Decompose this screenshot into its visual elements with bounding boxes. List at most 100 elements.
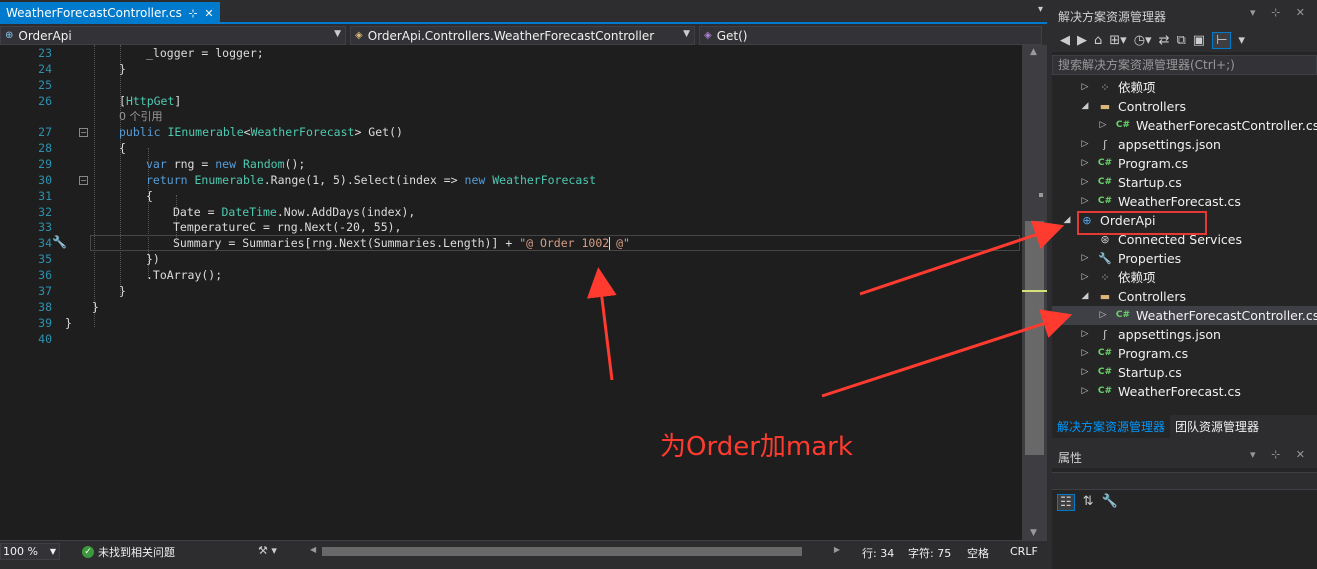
properties-toggle-icon[interactable]: ⊢	[1212, 31, 1232, 49]
tree-item[interactable]: ▷ ⁘ 依赖项	[1052, 268, 1317, 287]
tree-item[interactable]: ▷ C# Program.cs	[1052, 344, 1317, 363]
switch-views-icon[interactable]: ⊞▾	[1109, 33, 1126, 48]
code-line[interactable]: 34 Summary = Summaries[rng.Next(Summaries…	[0, 235, 1022, 251]
expand-arrow-icon[interactable]: ▷	[1080, 154, 1090, 173]
code-text: return Enumerable.Range(1, 5).Select(ind…	[146, 173, 597, 187]
tree-item[interactable]: ▷ C# WeatherForecast.cs	[1052, 382, 1317, 401]
tree-item[interactable]: ▷ C# WeatherForecast.cs	[1052, 192, 1317, 211]
code-line[interactable]: 33 TemperatureC = rng.Next(-20, 55),	[0, 219, 1022, 235]
panel-window-controls[interactable]: ▾ ⊹ ✕	[1250, 6, 1311, 19]
tree-item[interactable]: ▷ ʃ appsettings.json	[1052, 135, 1317, 154]
categorized-icon[interactable]: ☷	[1057, 494, 1075, 511]
expand-arrow-icon[interactable]: ▷	[1080, 173, 1090, 192]
code-cleanup-icon[interactable]: ⚒ ▾	[258, 544, 277, 557]
scroll-up-icon[interactable]: ▲	[1030, 47, 1037, 57]
member-dropdown[interactable]: ◈ Get()	[699, 26, 1042, 45]
collapse-arrow-icon[interactable]: ◢	[1080, 97, 1090, 116]
expand-arrow-icon[interactable]: ▷	[1080, 382, 1090, 401]
expand-arrow-icon[interactable]: ▷	[1080, 268, 1090, 287]
class-dropdown[interactable]: ◈ OrderApi.Controllers.WeatherForecastCo…	[350, 26, 695, 45]
tree-item[interactable]: ▷ 🔧 Properties	[1052, 249, 1317, 268]
code-line[interactable]: 38}	[0, 299, 1022, 315]
solution-explorer-search-input[interactable]: 搜索解决方案资源管理器(Ctrl+;)	[1052, 55, 1317, 75]
pin-icon[interactable]: ⊹	[188, 7, 198, 20]
code-line[interactable]: 39}	[0, 315, 1022, 331]
collapse-icon[interactable]: −	[79, 128, 88, 137]
property-pages-icon[interactable]: 🔧	[1102, 494, 1118, 511]
code-text: [HttpGet]	[119, 94, 182, 108]
code-line[interactable]: 40	[0, 331, 1022, 347]
code-line[interactable]: 27 public IEnumerable<WeatherForecast> Ge…	[0, 124, 1022, 140]
expand-arrow-icon[interactable]: ▷	[1080, 344, 1090, 363]
code-line[interactable]: 31 {	[0, 188, 1022, 204]
tree-item[interactable]: ▷ C# Startup.cs	[1052, 363, 1317, 382]
panel-window-controls[interactable]: ▾ ⊹ ✕	[1250, 448, 1311, 461]
show-all-files-icon[interactable]: ▣	[1193, 33, 1205, 48]
line-number: 34	[38, 236, 52, 250]
code-line[interactable]: 35})	[0, 251, 1022, 267]
tab-solution-explorer[interactable]: 解决方案资源管理器	[1052, 415, 1171, 438]
expand-arrow-icon[interactable]: ▷	[1098, 116, 1108, 135]
code-line[interactable]: 25	[0, 77, 1022, 93]
expand-arrow-icon[interactable]: ▷	[1080, 325, 1090, 344]
tab-team-explorer[interactable]: 团队资源管理器	[1170, 415, 1264, 438]
code-line[interactable]: 24}	[0, 61, 1022, 77]
close-icon[interactable]: ✕	[204, 7, 214, 20]
properties-object-selector[interactable]	[1052, 472, 1317, 490]
scrollbar-thumb[interactable]	[322, 547, 802, 556]
tab-label: WeatherForecastController.cs	[6, 6, 182, 20]
zoom-dropdown[interactable]: 100 % ▼	[0, 543, 60, 560]
expand-arrow-icon[interactable]: ▷	[1098, 306, 1108, 325]
code-line[interactable]: 28 {	[0, 140, 1022, 156]
code-text: })	[146, 252, 160, 266]
expand-arrow-icon[interactable]: ▷	[1080, 135, 1090, 154]
tree-item[interactable]: ▷ C# Program.cs	[1052, 154, 1317, 173]
forward-icon[interactable]: ▶	[1077, 33, 1087, 48]
editor-horizontal-scrollbar[interactable]: ◀ ▶	[310, 545, 840, 558]
code-text: }	[65, 316, 72, 330]
back-icon[interactable]: ◀	[1060, 33, 1070, 48]
scroll-right-icon[interactable]: ▶	[834, 545, 840, 554]
code-line[interactable]: 23 _logger = logger;	[0, 45, 1022, 61]
project-dropdown[interactable]: ⊕ OrderApi ▼	[0, 26, 346, 45]
scroll-left-icon[interactable]: ◀	[310, 545, 316, 554]
collapse-arrow-icon[interactable]: ◢	[1062, 211, 1072, 230]
editor-vertical-scrollbar[interactable]: ▲ ▼	[1022, 45, 1047, 540]
editor-status-bar: 100 % ▼ ✓ 未找到相关问题 ⚒ ▾ ◀ ▶ 行: 34 字符: 75 空…	[0, 540, 1047, 562]
code-line[interactable]: 36 .ToArray();	[0, 267, 1022, 283]
collapse-arrow-icon[interactable]: ◢	[1080, 287, 1090, 306]
tree-item[interactable]: ▷ C# Startup.cs	[1052, 173, 1317, 192]
tab-overflow-icon[interactable]: ▾	[1038, 4, 1043, 15]
alphabetical-icon[interactable]: ⇅	[1083, 494, 1094, 511]
scroll-down-icon[interactable]: ▼	[1030, 528, 1037, 538]
home-icon[interactable]: ⌂	[1094, 33, 1102, 48]
tree-item[interactable]: ▷ ʃ appsettings.json	[1052, 325, 1317, 344]
collapse-all-icon[interactable]: ⧉	[1176, 33, 1185, 48]
solution-explorer-title-text: 解决方案资源管理器	[1058, 10, 1167, 24]
scrollbar-thumb[interactable]	[1025, 221, 1044, 455]
sync-icon[interactable]: ⇄	[1159, 33, 1170, 48]
history-icon[interactable]: ◷▾	[1134, 33, 1152, 48]
tree-item[interactable]: ▷ C# WeatherForecastController.cs	[1052, 116, 1317, 135]
csharp-file-icon: C#	[1097, 196, 1113, 206]
tree-item[interactable]: ◢ ▬ Controllers	[1052, 287, 1317, 306]
code-editor[interactable]: 🔧 23 _logger = logger; 24} 25 26 [HttpGet] 0 个…	[0, 45, 1022, 540]
tab-weatherforecastcontroller[interactable]: WeatherForecastController.cs ⊹ ✕	[0, 2, 220, 24]
code-line[interactable]: 0 个引用	[0, 109, 1022, 125]
chevron-down-icon[interactable]: ▾	[1238, 33, 1245, 48]
collapse-icon[interactable]: −	[79, 176, 88, 185]
expand-arrow-icon[interactable]: ▷	[1080, 249, 1090, 268]
tree-item[interactable]: ▷ ⁘ 依赖项	[1052, 78, 1317, 97]
expand-arrow-icon[interactable]: ▷	[1080, 192, 1090, 211]
code-line[interactable]: 37}	[0, 283, 1022, 299]
code-line[interactable]: 26 [HttpGet]	[0, 93, 1022, 109]
expand-arrow-icon[interactable]: ▷	[1080, 363, 1090, 382]
code-line[interactable]: 29 var rng = new Random();	[0, 156, 1022, 172]
tree-item[interactable]: ▷ C# WeatherForecastController.cs	[1052, 306, 1317, 325]
issues-indicator[interactable]: ✓ 未找到相关问题	[82, 544, 175, 560]
tree-item[interactable]: ◢ ▬ Controllers	[1052, 97, 1317, 116]
csharp-file-icon: C#	[1115, 120, 1131, 130]
code-line[interactable]: 32 Date = DateTime.Now.AddDays(index),	[0, 204, 1022, 220]
expand-arrow-icon[interactable]: ▷	[1080, 78, 1090, 97]
code-line[interactable]: 30 return Enumerable.Range(1, 5).Select(i…	[0, 172, 1022, 188]
